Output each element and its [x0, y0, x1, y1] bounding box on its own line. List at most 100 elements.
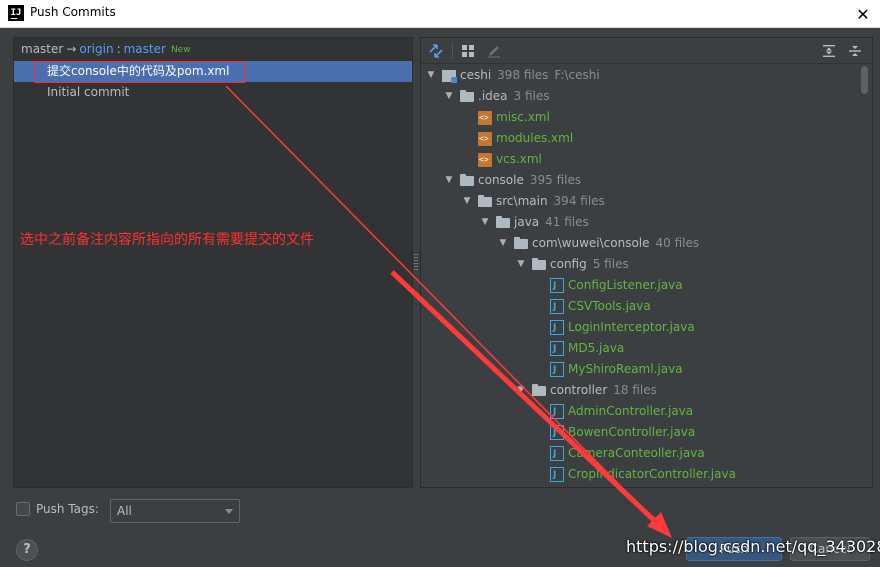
- tree-folder-row[interactable]: ▼ console 395 files: [443, 170, 582, 191]
- tree-item-count: 395 files: [529, 173, 582, 187]
- java-file-icon: [550, 360, 564, 381]
- tree-item-name: BowenController.java: [568, 425, 696, 439]
- push-tags-select[interactable]: All: [110, 499, 240, 523]
- tree-item-name: vcs.xml: [496, 152, 542, 166]
- expand-all-icon[interactable]: [819, 41, 839, 61]
- close-button[interactable]: ✕: [846, 0, 880, 28]
- annotation-text: 选中之前备注内容所指向的所有需要提交的文件: [20, 232, 314, 248]
- tree-file-row[interactable]: BowenController.java: [533, 422, 696, 444]
- xml-file-icon: [478, 107, 492, 128]
- java-file-icon: [550, 465, 564, 486]
- diff-icon[interactable]: [426, 41, 446, 61]
- folder-icon: [514, 236, 528, 249]
- annotation-highlight-box: [34, 61, 245, 83]
- tree-item-count: 5 files: [592, 257, 629, 271]
- tree-folder-row[interactable]: ▼ ceshi 398 files F:\ceshi: [425, 65, 600, 86]
- chevron-down-icon[interactable]: ▼: [425, 65, 437, 86]
- remote-name[interactable]: origin: [79, 42, 113, 56]
- local-branch: master: [21, 42, 64, 56]
- tree-item-name: modules.xml: [496, 131, 574, 145]
- tree-file-row[interactable]: ConfigListener.java: [533, 275, 683, 297]
- tree-file-row[interactable]: CSVTools.java: [533, 296, 651, 318]
- tree-item-name: CropIndicatorController.java: [568, 467, 736, 481]
- folder-icon: [478, 194, 492, 207]
- tree-item-name: LoginInterceptor.java: [568, 320, 695, 334]
- chevron-down-icon[interactable]: ▼: [443, 170, 455, 191]
- title-bar: IJ Push Commits ✕: [0, 0, 880, 28]
- chevron-down-icon[interactable]: ▼: [443, 86, 455, 107]
- tree-item-name: ceshi: [460, 68, 492, 82]
- chevron-down-icon[interactable]: ▼: [515, 380, 527, 401]
- tree-folder-row[interactable]: ▼ .idea 3 files: [443, 86, 550, 107]
- tree-item-name: config: [550, 257, 587, 271]
- tree-scrollbar[interactable]: [861, 66, 868, 94]
- tree-item-name: console: [478, 173, 524, 187]
- chevron-down-icon: [225, 509, 233, 514]
- tree-file-row[interactable]: LoginInterceptor.java: [533, 317, 695, 339]
- java-file-icon: [550, 297, 564, 318]
- java-file-icon: [550, 318, 564, 339]
- tree-file-row[interactable]: vcs.xml: [461, 149, 542, 170]
- watermark-text: https://blog.csdn.net/qq_34302802: [626, 537, 880, 556]
- chevron-down-icon[interactable]: ▼: [515, 254, 527, 275]
- file-tree: ▼ ceshi 398 files F:\ceshi ▼ .idea 3 files misc…: [421, 65, 859, 487]
- tree-item-name: ConfigListener.java: [568, 278, 683, 292]
- tree-folder-row[interactable]: ▼ com\wuwei\console 40 files: [497, 233, 700, 254]
- folder-icon: [496, 215, 510, 228]
- java-file-icon: [550, 402, 564, 423]
- tree-file-row[interactable]: CameraConteoller.java: [533, 443, 705, 465]
- java-file-icon: [550, 423, 564, 444]
- edit-icon[interactable]: [484, 41, 504, 61]
- tree-item-name: MyShiroReaml.java: [568, 362, 683, 376]
- tree-item-name: CSVTools.java: [568, 299, 651, 313]
- remote-branch[interactable]: master: [124, 42, 166, 56]
- new-badge: New: [170, 45, 191, 55]
- window-title: Push Commits: [30, 5, 116, 19]
- tree-file-row[interactable]: MD5.java: [533, 338, 625, 360]
- tree-file-row[interactable]: modules.xml: [461, 128, 573, 149]
- collapse-all-icon[interactable]: [845, 41, 865, 61]
- chevron-down-icon[interactable]: ▼: [479, 212, 491, 233]
- tree-folder-row[interactable]: ▼ java 41 files: [479, 212, 589, 233]
- tree-item-count: 40 files: [655, 236, 700, 250]
- group-by-icon[interactable]: [458, 41, 478, 61]
- tree-item-name: com\wuwei\console: [532, 236, 650, 250]
- folder-icon: [532, 257, 546, 270]
- module-folder-icon: [442, 69, 457, 83]
- commit-item[interactable]: Initial commit: [14, 82, 412, 103]
- tree-folder-row[interactable]: ▼ src\main 394 files: [461, 191, 605, 212]
- push-tags-select-value: All: [117, 504, 132, 518]
- java-file-icon: [550, 444, 564, 465]
- tree-file-row[interactable]: CropIndicatorController.java: [533, 464, 736, 486]
- tree-item-name: MD5.java: [568, 341, 625, 355]
- tree-item-name: src\main: [496, 194, 548, 208]
- chevron-down-icon[interactable]: ▼: [461, 191, 473, 212]
- changes-toolbar: [421, 38, 872, 64]
- tree-item-name: misc.xml: [496, 110, 550, 124]
- tree-item-name: AdminController.java: [568, 404, 694, 418]
- xml-file-icon: [478, 149, 492, 170]
- tree-folder-row[interactable]: ▼ controller 18 files: [515, 380, 657, 401]
- tree-item-count: 18 files: [613, 383, 657, 397]
- splitter-handle[interactable]: [414, 254, 418, 270]
- tree-item-count: 398 files: [497, 68, 549, 82]
- tree-file-row[interactable]: MyShiroReaml.java: [533, 359, 683, 381]
- push-tags-checkbox[interactable]: [16, 502, 30, 516]
- tree-item-name: CameraConteoller.java: [568, 446, 705, 460]
- tree-folder-row[interactable]: ▼ config 5 files: [515, 254, 629, 275]
- chevron-down-icon[interactable]: ▼: [497, 233, 509, 254]
- folder-icon: [532, 383, 546, 396]
- tree-item-name: controller: [550, 383, 608, 397]
- branch-arrow: →: [66, 42, 77, 56]
- tree-file-row[interactable]: AdminController.java: [533, 401, 694, 423]
- tree-file-row[interactable]: misc.xml: [461, 107, 550, 128]
- help-button[interactable]: ?: [16, 539, 38, 561]
- java-file-icon: [550, 339, 564, 360]
- push-tags-option[interactable]: Push Tags:: [16, 502, 99, 516]
